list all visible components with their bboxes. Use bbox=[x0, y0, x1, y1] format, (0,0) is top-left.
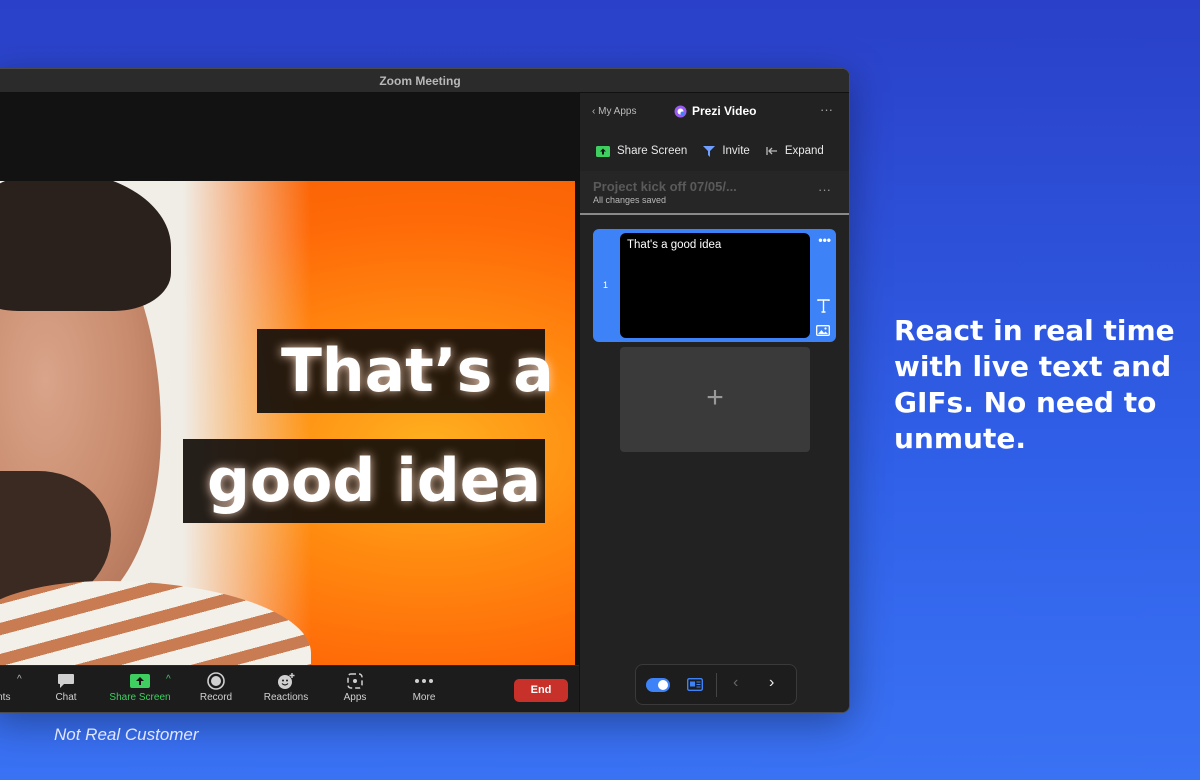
reactions-icon bbox=[246, 670, 326, 692]
project-header: Project kick off 07/05/... All changes s… bbox=[580, 171, 849, 215]
slide-number: 1 bbox=[603, 280, 609, 290]
previous-slide-icon[interactable]: ‹ bbox=[733, 674, 738, 692]
save-status: All changes saved bbox=[593, 195, 667, 205]
share-screen-label: Share Screen bbox=[109, 692, 171, 703]
invite-icon bbox=[703, 145, 716, 157]
chat-button[interactable]: Chat bbox=[26, 670, 106, 703]
apps-icon bbox=[315, 670, 395, 692]
back-label: My Apps bbox=[598, 106, 637, 117]
video-feed: That’s a good idea bbox=[0, 181, 575, 665]
text-tool-icon[interactable] bbox=[817, 299, 830, 316]
caption-line-2: good idea bbox=[183, 439, 545, 523]
participants-caret-icon[interactable]: ^ bbox=[17, 674, 22, 685]
more-button[interactable]: More bbox=[384, 670, 464, 703]
reactions-button[interactable]: Reactions bbox=[246, 670, 326, 703]
meeting-toolbar: ants ^ Chat Share Screen ^ Record bbox=[0, 665, 579, 712]
apps-button[interactable]: Apps bbox=[315, 670, 395, 703]
camera-layout-icon[interactable] bbox=[686, 677, 704, 696]
share-screen-icon bbox=[596, 145, 610, 157]
reactions-label: Reactions bbox=[263, 692, 309, 703]
panel-actions: Share Screen Invite Expand bbox=[580, 131, 849, 171]
invite-button[interactable]: Invite bbox=[703, 145, 750, 157]
marketing-headline: React in real time with live text and GI… bbox=[894, 314, 1175, 455]
panel-title: Prezi Video bbox=[674, 104, 756, 118]
record-label: Record bbox=[199, 692, 233, 703]
image-tool-icon[interactable] bbox=[816, 323, 830, 341]
chat-label: Chat bbox=[55, 692, 77, 703]
zoom-window: Zoom Meeting That’s a good idea ants ^ C… bbox=[0, 68, 850, 713]
slide-text: That's a good idea bbox=[627, 239, 722, 251]
caption-line-1: That’s a bbox=[257, 329, 554, 413]
chat-icon bbox=[26, 670, 106, 692]
slide-card[interactable]: 1 That's a good idea ••• bbox=[593, 229, 836, 342]
panel-menu-icon[interactable]: ··· bbox=[820, 102, 833, 117]
project-name[interactable]: Project kick off 07/05/... bbox=[593, 179, 838, 194]
slide-menu-icon[interactable]: ••• bbox=[818, 233, 831, 247]
record-button[interactable]: Record bbox=[176, 670, 256, 703]
record-icon bbox=[176, 670, 256, 692]
window-title: Zoom Meeting bbox=[0, 69, 849, 93]
panel-title-text: Prezi Video bbox=[692, 104, 757, 118]
panel-share-label: Share Screen bbox=[617, 145, 688, 157]
panel-share-screen-button[interactable]: Share Screen bbox=[596, 145, 687, 157]
expand-label: Expand bbox=[784, 145, 824, 157]
apps-label: Apps bbox=[343, 692, 367, 703]
share-caret-icon[interactable]: ^ bbox=[166, 674, 171, 685]
presentation-controls: ‹ › bbox=[635, 664, 797, 705]
next-slide-icon[interactable]: › bbox=[769, 674, 774, 692]
video-area: That’s a good idea bbox=[0, 93, 579, 665]
project-menu-icon[interactable]: ··· bbox=[818, 182, 831, 197]
expand-icon bbox=[766, 147, 777, 155]
back-to-apps-link[interactable]: ‹ My Apps bbox=[592, 106, 636, 117]
more-label: More bbox=[412, 692, 436, 703]
prezi-panel: ‹ My Apps Prezi Video ··· Share Screen I… bbox=[579, 93, 849, 712]
add-slide-button[interactable]: + bbox=[620, 347, 810, 452]
visibility-toggle[interactable] bbox=[646, 678, 670, 692]
panel-header: ‹ My Apps Prezi Video ··· bbox=[580, 93, 849, 131]
marketing-footnote: Not Real Customer bbox=[54, 725, 199, 744]
person-hair bbox=[0, 181, 171, 311]
expand-button[interactable]: Expand bbox=[766, 145, 824, 157]
slide-thumbnail[interactable]: That's a good idea bbox=[620, 233, 810, 338]
invite-label: Invite bbox=[722, 145, 750, 157]
prezi-logo-icon bbox=[674, 105, 687, 117]
end-meeting-button[interactable]: End bbox=[514, 679, 568, 702]
more-dots-icon bbox=[384, 670, 464, 692]
controls-divider bbox=[716, 673, 717, 697]
